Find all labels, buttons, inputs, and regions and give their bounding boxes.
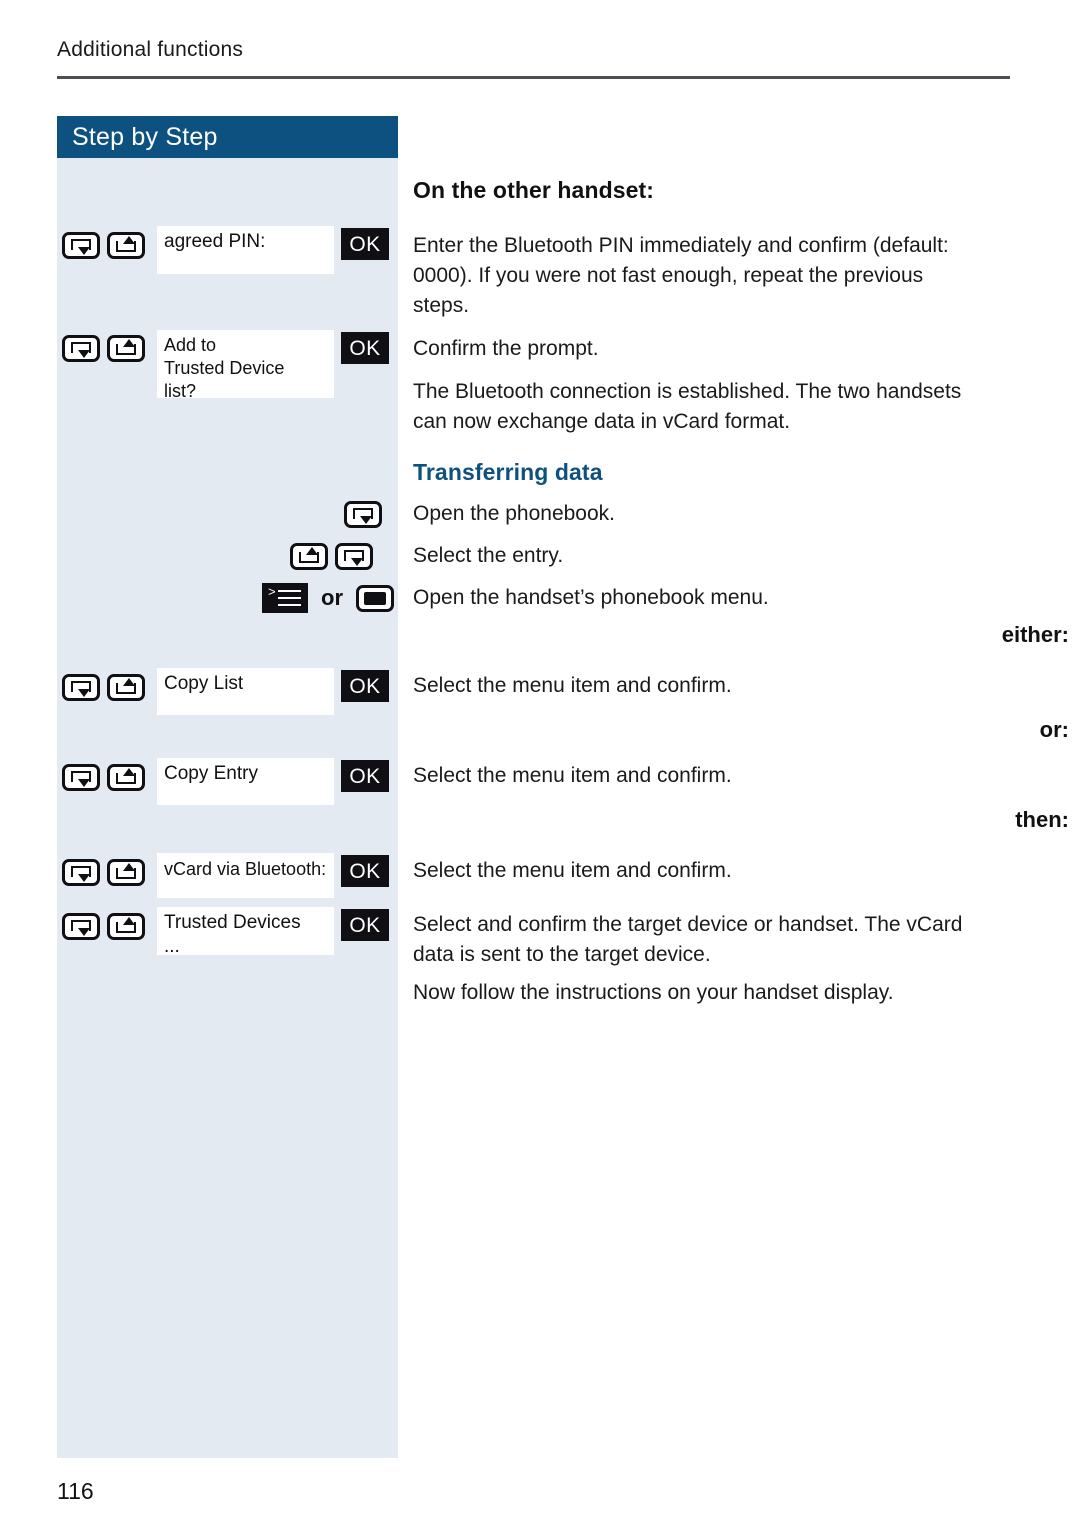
keys-copy-list bbox=[62, 674, 145, 701]
display-softkey-icon[interactable] bbox=[356, 584, 394, 612]
heading-on-the-other-handset: On the other handset: bbox=[413, 177, 655, 203]
paragraph-select-confirm-2: Select the menu item and confirm. bbox=[413, 764, 732, 787]
paragraph-open-phonebook: Open the phonebook. bbox=[413, 502, 616, 525]
nav-up-key-icon[interactable] bbox=[107, 859, 145, 886]
keys-vcard-via-bluetooth bbox=[62, 859, 145, 886]
nav-down-key-icon[interactable] bbox=[335, 543, 373, 570]
running-head: Additional functions bbox=[57, 38, 244, 61]
paragraph-enter-pin: Enter the Bluetooth PIN immediately and … bbox=[413, 234, 949, 317]
nav-up-key-icon[interactable] bbox=[107, 913, 145, 940]
nav-up-key-icon[interactable] bbox=[290, 543, 328, 570]
paragraph-select-confirm-1: Select the menu item and confirm. bbox=[413, 674, 732, 697]
paragraph-connection-established: The Bluetooth connection is established.… bbox=[413, 380, 962, 433]
nav-down-key-icon[interactable] bbox=[62, 764, 100, 791]
nav-up-key-icon[interactable] bbox=[107, 335, 145, 362]
keys-select-entry bbox=[290, 543, 373, 570]
menu-line-1 bbox=[278, 590, 301, 592]
heading-transferring-data: Transferring data bbox=[413, 459, 603, 485]
paragraph-select-target-device: Select and confirm the target device or … bbox=[413, 913, 963, 966]
keys-trusted-devices bbox=[62, 913, 145, 940]
or-connector-label: or bbox=[321, 585, 343, 610]
keys-open-phonebook-menu: > or bbox=[262, 583, 394, 613]
keys-open-phonebook bbox=[344, 501, 382, 528]
nav-down-key-icon[interactable] bbox=[344, 501, 382, 528]
display-add-to-trusted-device-list: Add to Trusted Device list? bbox=[157, 330, 334, 401]
ok-softkey-agreed-pin[interactable]: OK bbox=[341, 228, 389, 260]
paragraph-select-confirm-3: Select the menu item and confirm. bbox=[413, 859, 732, 882]
display-trusted-devices: Trusted Devices ... bbox=[157, 907, 334, 957]
sidebar-header-label: Step by Step bbox=[72, 123, 218, 151]
paragraph-follow-instructions: Now follow the instructions on your hand… bbox=[413, 981, 894, 1004]
paragraph-open-phonebook-menu: Open the handset’s phonebook menu. bbox=[413, 586, 769, 609]
nav-up-key-icon[interactable] bbox=[107, 232, 145, 259]
sidebar-header-band: Step by Step bbox=[57, 116, 398, 158]
nav-down-key-icon[interactable] bbox=[62, 913, 100, 940]
menu-line-3 bbox=[278, 604, 301, 606]
label-then: then: bbox=[1015, 807, 1069, 832]
ok-softkey-trusted-devices[interactable]: OK bbox=[341, 909, 389, 941]
header-rule bbox=[57, 76, 1010, 79]
ok-softkey-add-to-trusted[interactable]: OK bbox=[341, 332, 389, 364]
ok-softkey-copy-entry[interactable]: OK bbox=[341, 760, 389, 792]
nav-down-key-icon[interactable] bbox=[62, 232, 100, 259]
chevron-right-glyph: > bbox=[268, 584, 276, 599]
nav-down-key-icon[interactable] bbox=[62, 335, 100, 362]
display-copy-list: Copy List bbox=[157, 668, 334, 715]
label-either: either: bbox=[1001, 622, 1069, 647]
display-copy-entry: Copy Entry bbox=[157, 758, 334, 805]
keys-agreed-pin bbox=[62, 232, 145, 259]
ok-softkey-copy-list[interactable]: OK bbox=[341, 670, 389, 702]
keys-add-to-trusted bbox=[62, 335, 145, 362]
page-number: 116 bbox=[57, 1478, 94, 1504]
nav-down-key-icon[interactable] bbox=[62, 674, 100, 701]
display-vcard-via-bluetooth: vCard via Bluetooth: bbox=[157, 853, 334, 898]
ok-softkey-vcard-via-bluetooth[interactable]: OK bbox=[341, 855, 389, 887]
menu-key-icon[interactable]: > bbox=[262, 583, 308, 613]
label-or: or: bbox=[1039, 717, 1069, 742]
nav-up-key-icon[interactable] bbox=[107, 764, 145, 791]
nav-up-key-icon[interactable] bbox=[107, 674, 145, 701]
paragraph-select-entry: Select the entry. bbox=[413, 544, 564, 567]
display-agreed-pin: agreed PIN: bbox=[157, 226, 334, 274]
keys-copy-entry bbox=[62, 764, 145, 791]
menu-line-2 bbox=[278, 597, 301, 599]
nav-down-key-icon[interactable] bbox=[62, 859, 100, 886]
paragraph-confirm-prompt: Confirm the prompt. bbox=[413, 337, 599, 360]
